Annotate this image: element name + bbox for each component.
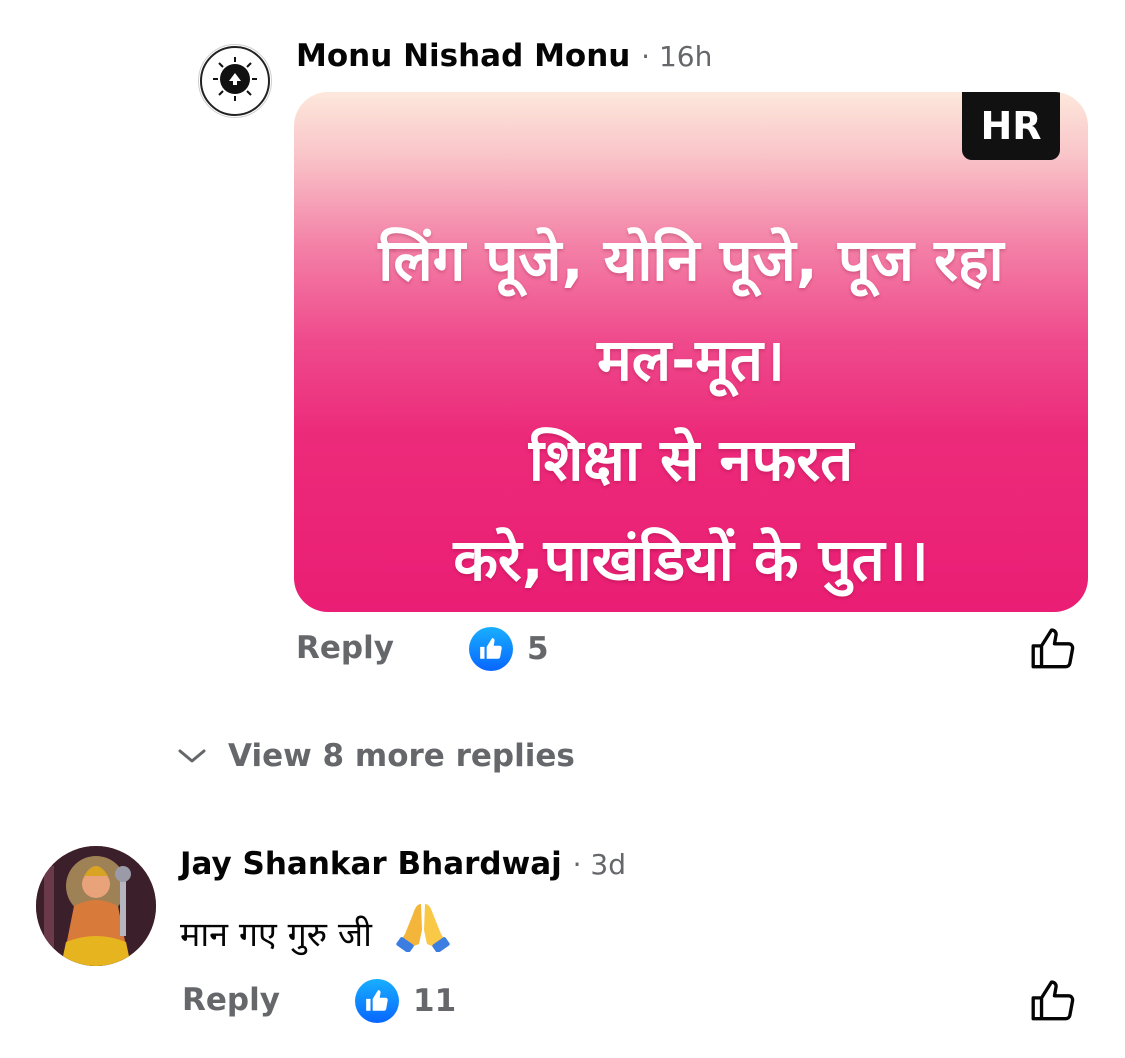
comment-text: मान गए गुरु जी (180, 900, 451, 961)
image-text-line: करे,पाखंडियों के पुत।। (453, 526, 929, 594)
author-name[interactable]: Jay Shankar Bhardwaj (180, 846, 562, 882)
view-more-replies[interactable]: View 8 more replies (176, 738, 575, 774)
reply-button[interactable]: Reply (182, 982, 280, 1018)
like-button[interactable] (1028, 976, 1078, 1030)
comment-body: मान गए गुरु जी (180, 915, 372, 955)
like-reaction-icon (355, 979, 399, 1023)
reaction-summary[interactable]: 5 (469, 627, 549, 671)
view-more-label: View 8 more replies (228, 738, 575, 774)
image-text-line: शिक्षा से नफरत (528, 426, 854, 494)
thumbs-up-icon (1031, 628, 1075, 669)
avatar[interactable] (198, 44, 272, 118)
chevron-down-icon (178, 749, 206, 763)
folded-hands-icon (395, 900, 451, 961)
avatar[interactable] (36, 846, 156, 966)
reply-button[interactable]: Reply (296, 630, 394, 666)
like-count: 11 (413, 983, 457, 1019)
reaction-summary[interactable]: 11 (355, 979, 456, 1023)
image-text: लिंग पूजे, योनि पूजे, पूज रहा मल-मूत। शि… (294, 210, 1088, 610)
author-name[interactable]: Monu Nishad Monu (296, 38, 630, 74)
nishad-logo-icon (200, 46, 270, 116)
like-button[interactable] (1028, 624, 1078, 678)
comment-timestamp[interactable]: · 3d (573, 848, 626, 881)
like-reaction-icon (469, 627, 513, 671)
image-text-line: मल-मूत। (597, 326, 785, 394)
hanuman-portrait-icon (36, 846, 156, 966)
comment-author[interactable]: Jay Shankar Bhardwaj · 3d (180, 846, 626, 882)
hr-badge: HR (962, 92, 1060, 160)
like-count: 5 (527, 631, 549, 667)
comment-author[interactable]: Monu Nishad Monu · 16h (296, 38, 712, 74)
comment-image[interactable]: HR लिंग पूजे, योनि पूजे, पूज रहा मल-मूत।… (294, 92, 1088, 612)
thumbs-up-icon (1031, 980, 1075, 1021)
comment-timestamp[interactable]: · 16h (641, 40, 712, 73)
image-text-line: लिंग पूजे, योनि पूजे, पूज रहा (378, 226, 1004, 294)
